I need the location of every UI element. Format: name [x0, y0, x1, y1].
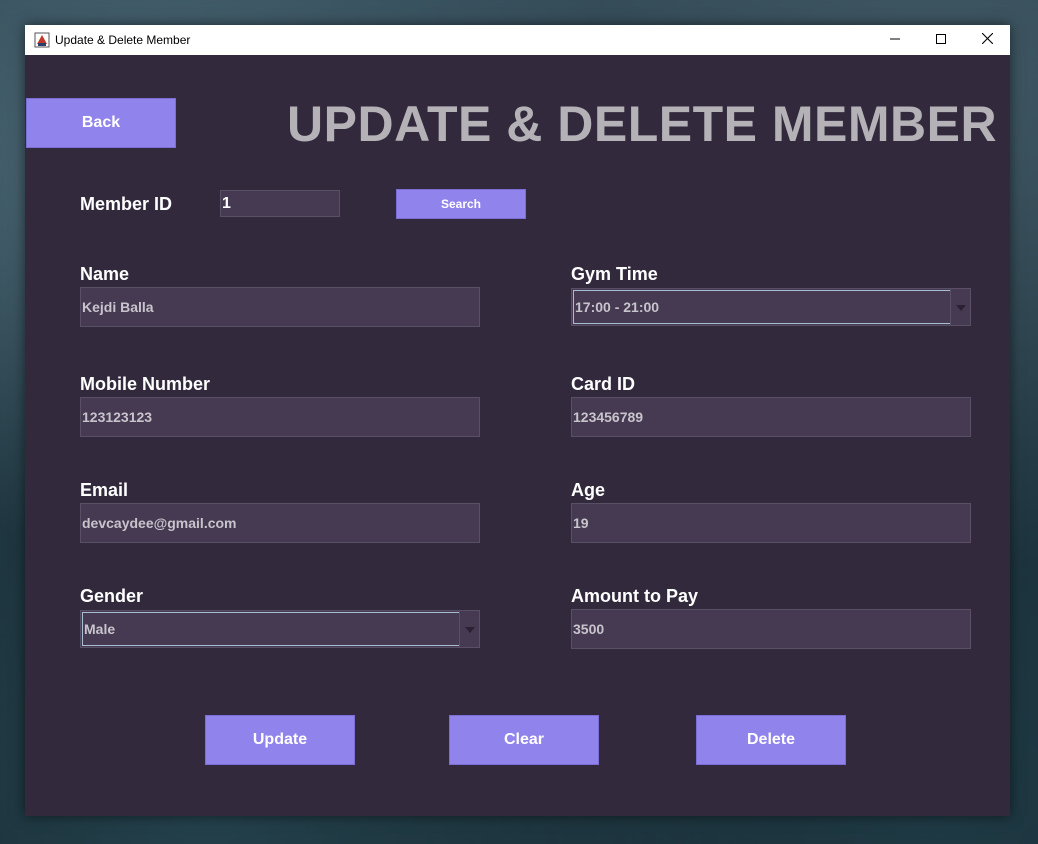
card-id-value: 123456789: [573, 409, 644, 425]
search-button[interactable]: Search: [396, 189, 526, 219]
amount-to-pay-input[interactable]: 3500: [571, 609, 971, 649]
java-cup-icon: [34, 32, 50, 48]
title-bar[interactable]: Update & Delete Member: [25, 25, 1010, 55]
gym-time-value: 17:00 - 21:00: [575, 299, 660, 315]
gender-display: Male: [82, 612, 460, 646]
window-title: Update & Delete Member: [55, 33, 191, 47]
back-button[interactable]: Back: [26, 98, 176, 148]
maximize-icon: [936, 31, 946, 49]
email-input[interactable]: devcaydee@gmail.com: [80, 503, 480, 543]
amount-to-pay-label: Amount to Pay: [571, 586, 699, 606]
minimize-button[interactable]: [872, 25, 918, 55]
member-id-input[interactable]: 1: [220, 190, 340, 217]
member-id-label: Member ID: [80, 194, 173, 214]
minimize-icon: [890, 31, 900, 49]
card-id-label: Card ID: [571, 374, 636, 394]
update-button[interactable]: Update: [205, 715, 355, 765]
main-panel: Back UPDATE & DELETE MEMBER Member ID 1 …: [25, 55, 1010, 816]
clear-button[interactable]: Clear: [449, 715, 599, 765]
maximize-button[interactable]: [918, 25, 964, 55]
close-icon: [981, 31, 993, 49]
close-button[interactable]: [964, 25, 1010, 55]
name-value: Kejdi Balla: [82, 299, 154, 315]
age-label: Age: [571, 480, 606, 500]
gender-select[interactable]: Male: [80, 610, 480, 648]
delete-button[interactable]: Delete: [696, 715, 846, 765]
gender-value: Male: [84, 621, 116, 637]
gym-time-label: Gym Time: [571, 264, 658, 284]
page-title: UPDATE & DELETE MEMBER: [287, 96, 998, 152]
mobile-number-value: 123123123: [82, 409, 153, 425]
member-id-value: 1: [222, 194, 231, 212]
email-value: devcaydee@gmail.com: [82, 515, 237, 531]
mobile-number-input[interactable]: 123123123: [80, 397, 480, 437]
gender-label: Gender: [80, 586, 144, 606]
chevron-down-icon: [955, 298, 966, 316]
mobile-number-label: Mobile Number: [80, 374, 211, 394]
age-input[interactable]: 19: [571, 503, 971, 543]
card-id-input[interactable]: 123456789: [571, 397, 971, 437]
email-label: Email: [80, 480, 129, 500]
gym-time-dropdown-button[interactable]: [950, 289, 970, 325]
amount-to-pay-value: 3500: [573, 621, 605, 637]
chevron-down-icon: [464, 620, 475, 638]
name-input[interactable]: Kejdi Balla: [80, 287, 480, 327]
gym-time-select[interactable]: 17:00 - 21:00: [571, 288, 971, 326]
gym-time-display: 17:00 - 21:00: [573, 290, 951, 324]
name-label: Name: [80, 264, 130, 284]
age-value: 19: [573, 515, 589, 531]
gender-dropdown-button[interactable]: [459, 611, 479, 647]
app-window: Update & Delete Member Back UPDATE & DEL…: [25, 25, 1010, 816]
